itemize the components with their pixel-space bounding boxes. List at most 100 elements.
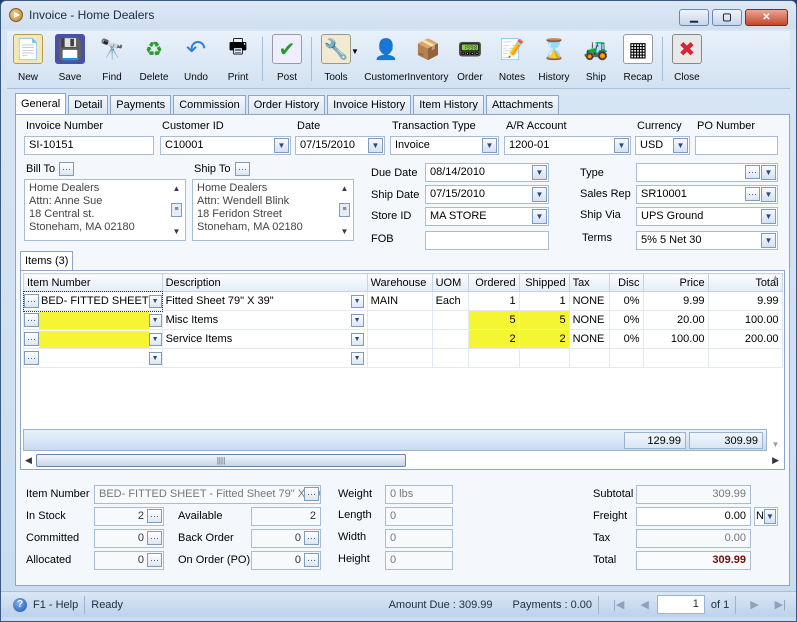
chevron-down-icon[interactable]: ▼: [761, 165, 776, 180]
ship-to-address[interactable]: Home Dealers Attn: Wendell Blink 18 Feri…: [192, 179, 354, 241]
chevron-down-icon[interactable]: ▼: [764, 509, 776, 524]
chevron-down-icon[interactable]: ▼: [532, 187, 547, 202]
inventory-button[interactable]: 📦 Inventory: [407, 31, 449, 87]
item-number-cell[interactable]: ··· BED- FITTED SHEET ▼: [22, 290, 164, 312]
ar-account-select[interactable]: 1200-01 ▼: [504, 136, 631, 155]
save-button[interactable]: 💾 Save: [49, 31, 91, 87]
chevron-down-icon[interactable]: ▼: [148, 351, 162, 365]
currency-select[interactable]: USD ▼: [635, 136, 690, 155]
table-row[interactable]: ··· BED- FITTED SHEET ▼ Fitted Sheet 79" X …: [22, 290, 783, 312]
undo-button[interactable]: ↶ Undo: [175, 31, 217, 87]
sales-rep-select[interactable]: SR10001 ··· ▼: [636, 185, 778, 204]
new-button[interactable]: 📄 New: [7, 31, 49, 87]
close-window-button[interactable]: ✕: [745, 9, 788, 26]
customer-id-select[interactable]: C10001 ▼: [160, 136, 291, 155]
tab-invoice-history[interactable]: Invoice History: [327, 95, 412, 114]
order-button[interactable]: 📟 Order: [449, 31, 491, 87]
shipped-cell[interactable]: 2: [518, 329, 570, 349]
price-cell[interactable]: 20.00: [642, 310, 709, 330]
freight-option-select[interactable]: N ▼: [754, 507, 778, 526]
po-number-field[interactable]: [695, 136, 778, 155]
first-record-icon[interactable]: |◀: [613, 598, 624, 611]
tools-dropdown-arrow-icon[interactable]: ▼: [351, 47, 359, 56]
scroll-left-icon[interactable]: ◀: [25, 455, 32, 466]
warehouse-cell[interactable]: [366, 329, 433, 349]
due-date-picker[interactable]: 08/14/2010 ▼: [425, 163, 549, 182]
chevron-down-icon[interactable]: ▼: [673, 138, 688, 153]
allocated-lookup-button[interactable]: ···: [147, 553, 162, 567]
chevron-down-icon[interactable]: ▼: [482, 138, 497, 153]
chevron-down-icon[interactable]: ▼: [350, 332, 364, 346]
bill-to-address[interactable]: Home Dealers Attn: Anne Sue 18 Central s…: [24, 179, 186, 241]
chevron-down-icon[interactable]: ▼: [148, 294, 162, 308]
history-button[interactable]: ⌛ History: [533, 31, 575, 87]
chevron-down-icon[interactable]: ▼: [274, 138, 289, 153]
column-header-uom[interactable]: UOM: [431, 273, 469, 292]
warehouse-cell[interactable]: [366, 310, 433, 330]
item-number-cell[interactable]: ··· ▼: [23, 348, 163, 368]
item-lookup-button[interactable]: ···: [24, 294, 39, 308]
scroll-down-icon[interactable]: ▼: [173, 225, 181, 238]
bill-to-lookup-button[interactable]: ···: [59, 162, 74, 176]
chevron-down-icon[interactable]: ▼: [148, 313, 162, 327]
ship-button[interactable]: 🚜 Ship: [575, 31, 617, 87]
freight-field[interactable]: 0.00: [636, 507, 751, 526]
find-button[interactable]: 🔭 Find: [91, 31, 133, 87]
chevron-down-icon[interactable]: ▼: [368, 138, 383, 153]
chevron-down-icon[interactable]: ▼: [614, 138, 629, 153]
price-cell[interactable]: [642, 348, 709, 368]
next-record-icon[interactable]: ▶: [750, 598, 758, 611]
store-id-select[interactable]: MA STORE ▼: [425, 207, 549, 226]
price-cell[interactable]: 100.00: [642, 329, 709, 349]
ship-via-select[interactable]: UPS Ground ▼: [636, 207, 778, 226]
ordered-cell[interactable]: 2: [467, 329, 520, 349]
column-header-description[interactable]: Description: [161, 273, 368, 292]
tax-cell[interactable]: NONE: [568, 310, 610, 330]
type-select[interactable]: ··· ▼: [636, 163, 778, 182]
description-cell[interactable]: ▼: [161, 348, 368, 368]
sales-rep-lookup-button[interactable]: ···: [745, 187, 760, 201]
price-cell[interactable]: 9.99: [642, 291, 709, 311]
terms-select[interactable]: 5% 5 Net 30 ▼: [636, 231, 778, 250]
column-header-tax[interactable]: Tax: [568, 273, 610, 292]
tab-items[interactable]: Items (3): [20, 251, 74, 270]
grid-vertical-scrollbar[interactable]: ▲ ▼: [768, 273, 783, 449]
transaction-type-select[interactable]: Invoice ▼: [390, 136, 499, 155]
chevron-down-icon[interactable]: ▼: [761, 233, 776, 248]
scroll-right-icon[interactable]: ▶: [772, 455, 779, 466]
item-lookup-button[interactable]: ···: [24, 332, 39, 346]
uom-cell[interactable]: Each: [431, 291, 469, 311]
ship-to-lookup-button[interactable]: ···: [235, 162, 250, 176]
notes-button[interactable]: 📝 Notes: [491, 31, 533, 87]
invoice-number-field[interactable]: SI-10151: [24, 136, 154, 155]
disc-cell[interactable]: 0%: [608, 291, 644, 311]
ordered-cell[interactable]: [467, 348, 520, 368]
tax-cell[interactable]: [568, 348, 610, 368]
warehouse-cell[interactable]: [366, 348, 433, 368]
address-scrollbar[interactable]: ▲ ≡ ▼: [338, 182, 351, 238]
chevron-down-icon[interactable]: ▼: [350, 294, 364, 308]
delete-button[interactable]: ♻ Delete: [133, 31, 175, 87]
disc-cell[interactable]: [608, 348, 644, 368]
description-cell[interactable]: Fitted Sheet 79" X 39" ▼: [161, 291, 368, 311]
table-row[interactable]: ··· ▼ Misc Items ▼ 5 5 NONE 0% 20.00 100.00: [23, 310, 783, 330]
tab-attachments[interactable]: Attachments: [485, 95, 560, 114]
scroll-down-icon[interactable]: ▼: [772, 440, 780, 449]
maximize-button[interactable]: ▢: [712, 9, 742, 26]
chevron-down-icon[interactable]: ▼: [148, 332, 162, 346]
table-row[interactable]: ··· ▼ ▼: [23, 348, 783, 368]
disc-cell[interactable]: 0%: [608, 310, 644, 330]
description-cell[interactable]: Service Items ▼: [161, 329, 368, 349]
tab-detail[interactable]: Detail: [68, 95, 109, 114]
column-header-item-number[interactable]: Item Number: [23, 273, 163, 292]
tools-button[interactable]: 🔧 Tools: [315, 31, 357, 87]
recap-button[interactable]: ▦ Recap: [617, 31, 659, 87]
help-text[interactable]: F1 - Help: [33, 599, 78, 611]
item-lookup-button[interactable]: ···: [24, 351, 39, 365]
tab-item-history[interactable]: Item History: [413, 95, 484, 114]
item-number-lookup-button[interactable]: ···: [304, 487, 319, 501]
print-button[interactable]: 🖶 Print: [217, 31, 259, 87]
ordered-cell[interactable]: 5: [467, 310, 520, 330]
previous-record-icon[interactable]: ◀: [640, 598, 648, 611]
chevron-down-icon[interactable]: ▼: [350, 351, 364, 365]
